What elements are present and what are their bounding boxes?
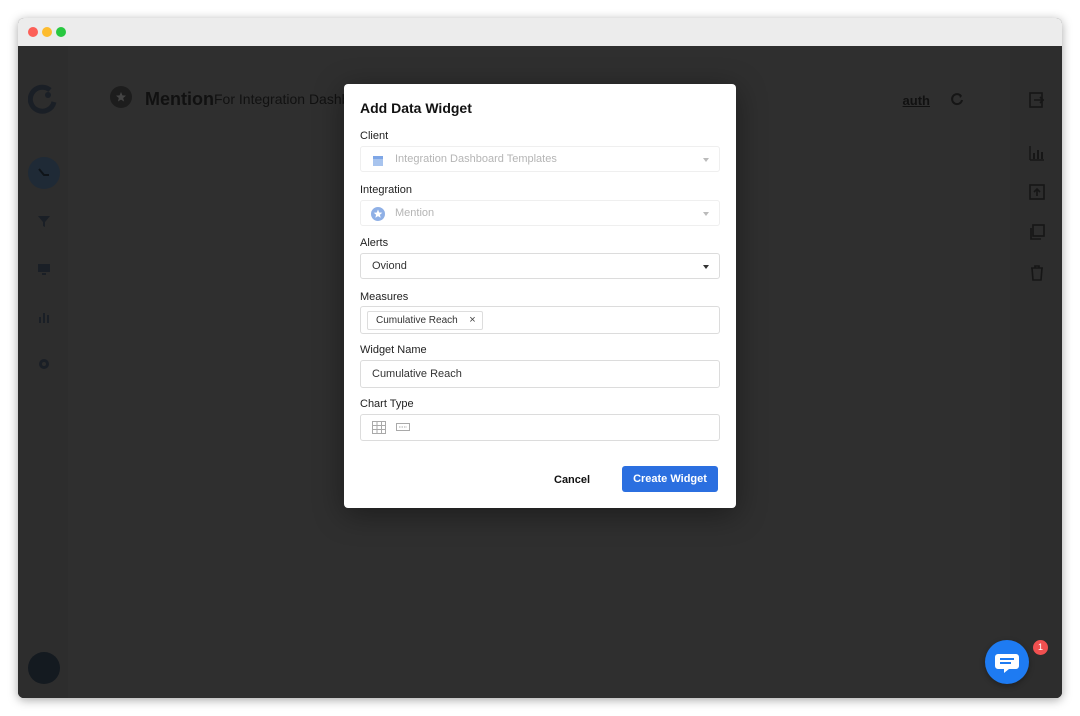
chart-type-label: Chart Type [360, 398, 414, 410]
app-window: Mention For Integration Dashbo auth Add … [18, 18, 1062, 698]
chat-icon [995, 654, 1019, 673]
scorecard-icon[interactable] [396, 421, 410, 434]
table-icon[interactable] [372, 421, 386, 434]
cancel-button[interactable]: Cancel [554, 474, 590, 486]
chart-type-picker [360, 414, 720, 441]
dialog-title: Add Data Widget [360, 100, 472, 116]
create-widget-button[interactable]: Create Widget [622, 466, 718, 492]
integration-chevron-down-icon [703, 212, 709, 216]
minimize-window-button[interactable] [42, 27, 52, 37]
integration-value: Mention [395, 207, 435, 219]
chat-notification-badge: 1 [1033, 640, 1048, 655]
integration-label: Integration [360, 184, 412, 196]
client-select: Integration Dashboard Templates [360, 146, 720, 172]
client-chevron-down-icon [703, 158, 709, 162]
alerts-select[interactable]: Oviond [360, 253, 720, 279]
app-content: Mention For Integration Dashbo auth Add … [18, 46, 1062, 698]
widget-name-label: Widget Name [360, 344, 427, 356]
widget-name-input[interactable]: Cumulative Reach [360, 360, 720, 388]
alerts-value: Oviond [372, 260, 407, 272]
alerts-label: Alerts [360, 237, 389, 249]
alerts-chevron-down-icon [703, 265, 709, 269]
measure-chip-label: Cumulative Reach [376, 315, 458, 326]
close-window-button[interactable] [28, 27, 38, 37]
client-value: Integration Dashboard Templates [395, 153, 557, 165]
integration-select: Mention [360, 200, 720, 226]
chat-launcher-button[interactable] [985, 640, 1029, 684]
mention-star-icon [371, 207, 385, 221]
measures-multiselect[interactable]: Cumulative Reach × [360, 306, 720, 334]
client-calendar-icon [373, 156, 383, 166]
client-label: Client [360, 130, 389, 142]
title-bar [18, 18, 1062, 47]
remove-chip-icon[interactable]: × [469, 312, 475, 329]
add-data-widget-dialog: Add Data Widget Client Integration Dashb… [344, 84, 736, 508]
maximize-window-button[interactable] [56, 27, 66, 37]
widget-name-value: Cumulative Reach [372, 368, 462, 380]
measures-label: Measures [360, 291, 409, 303]
measure-chip: Cumulative Reach × [367, 311, 483, 330]
